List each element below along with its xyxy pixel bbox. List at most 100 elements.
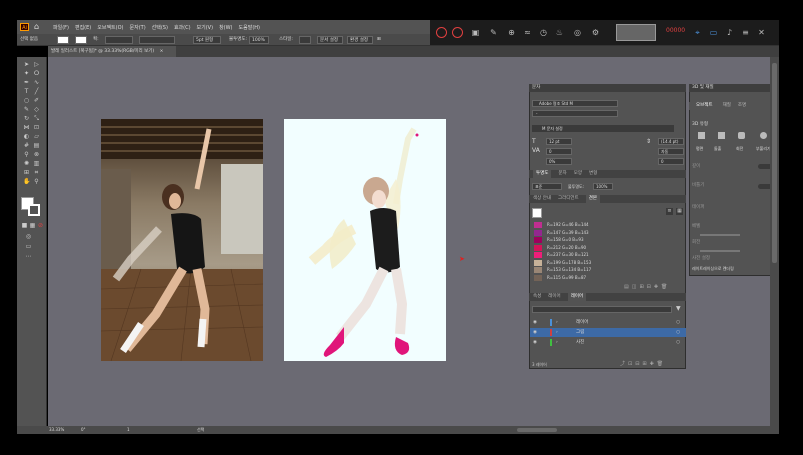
artboard-number[interactable]: 1 (127, 427, 130, 432)
brush-definition[interactable]: 5pt 원형 (193, 36, 221, 44)
shaper-tool-icon[interactable]: ✎ (23, 106, 30, 113)
webcam-icon[interactable]: ◎ (572, 27, 583, 38)
selection-tool-icon[interactable]: ➤ (23, 61, 30, 68)
menu-item-window[interactable]: 창(W) (219, 24, 232, 31)
stroke-swatch[interactable] (75, 36, 87, 44)
tab-3d-object[interactable]: 오브젝트 (693, 102, 716, 110)
scroll-thumb[interactable] (772, 63, 777, 263)
direct-selection-tool-icon[interactable]: ▷ (33, 61, 40, 68)
swatch-label[interactable]: R=199 G=178 B=153 (547, 260, 591, 266)
baseline-field[interactable]: 0 (658, 158, 684, 165)
font-size-field[interactable]: 12 pt (546, 138, 572, 145)
mesh-tool-icon[interactable]: # (23, 142, 30, 149)
pen-icon[interactable]: ✎ (488, 27, 499, 38)
none-mode-icon[interactable]: ⊘ (37, 222, 44, 229)
settings-icon[interactable]: ⚙ (590, 27, 601, 38)
swatch-color[interactable] (534, 222, 542, 228)
graph-tool-icon[interactable]: ▥ (33, 160, 40, 167)
zoom-icon[interactable]: ⊕ (506, 27, 517, 38)
visibility-eye-icon[interactable]: ◉ (533, 338, 537, 347)
stroke-color-swatch[interactable] (28, 204, 40, 216)
blend-mode-select[interactable]: 표준 (532, 183, 562, 190)
layer-target-icon[interactable]: ○ (676, 338, 680, 347)
filter-icon[interactable]: ▼ (676, 305, 681, 312)
fill-swatch[interactable] (57, 36, 69, 44)
vertical-scrollbar[interactable] (770, 57, 779, 426)
scale-tool-icon[interactable]: ⤡ (33, 115, 40, 122)
rotation-value[interactable]: 0° (81, 427, 86, 432)
menu-icon[interactable]: ≡ (740, 27, 751, 38)
tab-properties[interactable]: 속성 (533, 293, 541, 301)
swatch-label[interactable]: R=153 G=134 B=117 (547, 267, 591, 273)
grid-view-icon[interactable]: ▦ (676, 208, 683, 215)
perspective-tool-icon[interactable]: ▱ (33, 133, 40, 140)
artboard-tool-icon[interactable]: ⊞ (23, 169, 30, 176)
layer-row[interactable]: ◉ › 그림 ○ (530, 328, 686, 337)
line-tool-icon[interactable]: ╱ (33, 88, 40, 95)
effects-icon[interactable]: ♨ (554, 27, 565, 38)
swatch-label[interactable]: R=212 G=20 B=90 (547, 245, 586, 251)
tab-gradient[interactable]: 그라디언트 (558, 195, 579, 203)
tab-3d-lighting[interactable]: 조명 (738, 102, 746, 110)
stroke-weight-field[interactable] (105, 36, 133, 44)
mic-icon[interactable]: ♪ (724, 27, 735, 38)
tab-libraries[interactable]: 레이어 (548, 293, 560, 301)
leading-field[interactable]: (14.4 pt) (658, 138, 684, 145)
free-transform-tool-icon[interactable]: ⊡ (33, 124, 40, 131)
transparency-opacity-field[interactable]: 100% (593, 183, 613, 190)
menu-item-object[interactable]: 오브젝트(O) (97, 24, 123, 31)
brush-tool-icon[interactable]: ✐ (33, 97, 40, 104)
preferences-button[interactable]: 환경 설정 (347, 36, 373, 44)
swatch-color[interactable] (534, 229, 542, 236)
hand-tool-icon[interactable]: ✋ (23, 178, 30, 185)
timer-icon[interactable]: ◷ (538, 27, 549, 38)
plane-icon[interactable] (698, 132, 705, 139)
expand-arrow-icon[interactable]: › (556, 328, 558, 337)
inflate-icon[interactable] (760, 132, 767, 139)
pen-tool-icon[interactable]: ✒ (23, 79, 30, 86)
home-icon[interactable]: ⌂ (34, 22, 39, 31)
3d-render-option[interactable]: 레이트레이싱으로 렌더링 (692, 266, 734, 272)
type-tool-icon[interactable]: T (23, 88, 30, 95)
layer-target-icon[interactable]: ○ (676, 318, 680, 327)
extrude-icon[interactable] (718, 132, 725, 139)
shape-builder-tool-icon[interactable]: ◐ (23, 133, 30, 140)
tab-swatches[interactable]: 견본 (585, 195, 600, 203)
layer-row[interactable]: ◉ › 사진 ○ (530, 338, 686, 347)
magic-wand-tool-icon[interactable]: ✦ (23, 70, 30, 77)
monitor-icon[interactable]: ▭ (708, 27, 719, 38)
swatch-color[interactable] (534, 237, 542, 243)
zoom-tool-icon[interactable]: ⚲ (33, 178, 40, 185)
tracking-field[interactable]: 자동 (658, 148, 684, 155)
draw-mode-icon[interactable]: ◎ (25, 233, 32, 240)
tab-type[interactable]: 문자 (558, 170, 566, 178)
style-swatch[interactable] (299, 36, 311, 44)
reference-photo[interactable] (101, 119, 263, 361)
layer-target-icon[interactable]: ○ (676, 328, 680, 337)
character-preset-select[interactable]: M 문자 설정 (532, 125, 674, 132)
font-style-select[interactable]: - (532, 110, 618, 117)
visibility-eye-icon[interactable]: ◉ (533, 318, 537, 327)
symbol-sprayer-tool-icon[interactable]: ✺ (23, 160, 30, 167)
slice-tool-icon[interactable]: ⌗ (33, 169, 40, 176)
width-tool-icon[interactable]: ⋈ (23, 124, 30, 131)
variable-width-field[interactable] (139, 36, 175, 44)
zoom-level[interactable]: 33.33% (49, 427, 64, 432)
rotate-tool-icon[interactable]: ↻ (23, 115, 30, 122)
speed-icon[interactable]: ≈ (522, 27, 533, 38)
menu-item-file[interactable]: 파일(F) (53, 24, 69, 31)
gradient-tool-icon[interactable]: ▤ (33, 142, 40, 149)
document-tab[interactable]: 발레 일러스트 [복구됨]* @ 33.33%(RGB/미리 보기) × (48, 46, 176, 57)
layer-search-input[interactable] (532, 306, 672, 313)
swatch-label[interactable]: R=115 G=99 B=87 (547, 275, 586, 281)
menu-item-select[interactable]: 선택(S) (152, 24, 168, 31)
more-tools-icon[interactable]: ⋯ (25, 253, 32, 260)
tab-close-icon[interactable]: × (160, 49, 164, 54)
tab-color-guide[interactable]: 색상 안내 (533, 195, 551, 203)
screen-mode-icon[interactable]: ▭ (25, 243, 32, 250)
revolve-icon[interactable] (738, 132, 745, 139)
3d-rotation-slider[interactable] (700, 234, 740, 236)
font-family-select[interactable]: Adobe 명조 Std M (532, 100, 618, 107)
layer-row[interactable]: ◉ › 레이어 ○ (530, 318, 686, 327)
menu-item-type[interactable]: 문자(T) (130, 24, 146, 31)
